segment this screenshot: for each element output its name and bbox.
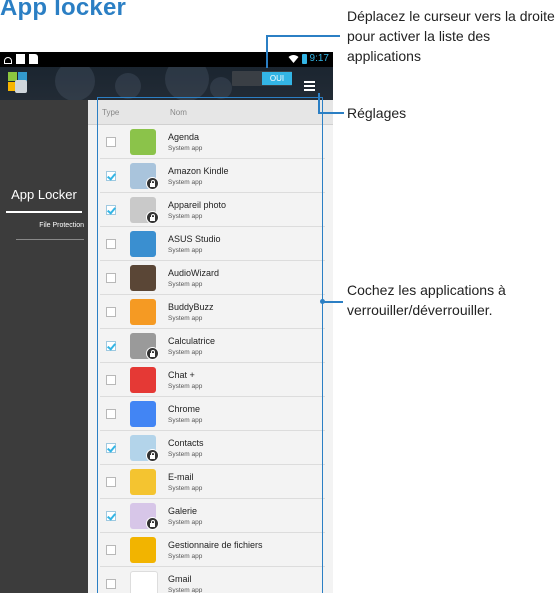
wifi-icon [288, 55, 299, 63]
lock-icon [4, 57, 12, 64]
settings-callout-line [318, 93, 320, 114]
sidebar-item-app-locker[interactable]: App Locker [0, 180, 88, 213]
toggle-note: Déplacez le curseur vers la droite pour … [347, 8, 555, 64]
settings-menu-icon[interactable] [304, 81, 315, 92]
sidebar: App Locker File Protection [0, 100, 88, 593]
settings-callout-line-h [318, 112, 344, 114]
app-locker-logo-icon [8, 72, 28, 94]
checkbox-callout-line [323, 301, 343, 303]
list-highlight-frame [97, 97, 323, 593]
status-bar: 9:17 [0, 52, 333, 67]
toggle-callout-line-h [266, 35, 340, 37]
toggle-on-label[interactable]: OUI [262, 72, 292, 85]
sidebar-item-file-protection[interactable]: File Protection [0, 222, 88, 240]
toggle-callout-line [266, 35, 268, 68]
battery-icon [301, 53, 307, 64]
page-title: App locker [0, 0, 127, 21]
sd-card-icon [29, 54, 38, 64]
checkbox-note: Cochez les applications à verrouiller/dé… [347, 282, 506, 318]
image-notification-icon [16, 54, 25, 64]
settings-note: Réglages [347, 105, 407, 121]
status-time: 9:17 [309, 53, 329, 64]
